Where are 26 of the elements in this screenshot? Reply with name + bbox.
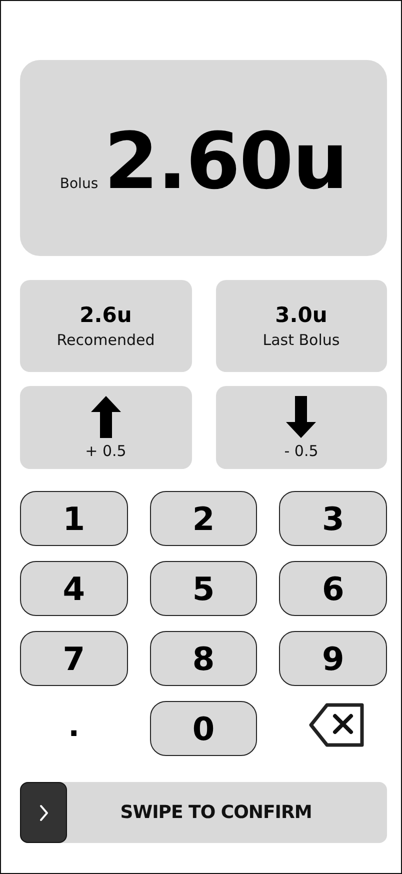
digit-key[interactable]: 6 (279, 561, 387, 616)
bolus-amount: 2.60u (104, 123, 348, 201)
stat-label: Last Bolus (262, 331, 340, 349)
backspace-key[interactable] (309, 702, 366, 746)
digit-key[interactable]: 9 (279, 631, 387, 686)
increase-button[interactable]: + 0.5 (20, 386, 192, 469)
digit-key[interactable]: 5 (150, 561, 258, 616)
swipe-handle[interactable] (20, 782, 67, 843)
decrease-button[interactable]: - 0.5 (216, 386, 387, 469)
digit-key[interactable]: 2 (150, 491, 258, 546)
stat-label: Recomended (56, 331, 155, 349)
digit-key[interactable]: 0 (150, 701, 258, 756)
digit-key[interactable]: 8 (150, 631, 258, 686)
swipe-label: SWIPE TO CONFIRM (119, 802, 313, 823)
down-arrow-icon (286, 396, 316, 438)
stat-value: 2.6u (80, 303, 132, 327)
digit-key[interactable]: 7 (20, 631, 128, 686)
digit-key[interactable]: 4 (20, 561, 128, 616)
decimal-key[interactable]: . (20, 701, 128, 756)
digit-key[interactable]: 1 (20, 491, 128, 546)
stat-value: 3.0u (275, 303, 328, 327)
chevron-right-icon (38, 804, 48, 822)
bolus-label: Bolus (60, 176, 98, 192)
digit-key[interactable]: 3 (279, 491, 387, 546)
backspace-icon (309, 702, 366, 746)
up-arrow-icon (90, 396, 121, 438)
